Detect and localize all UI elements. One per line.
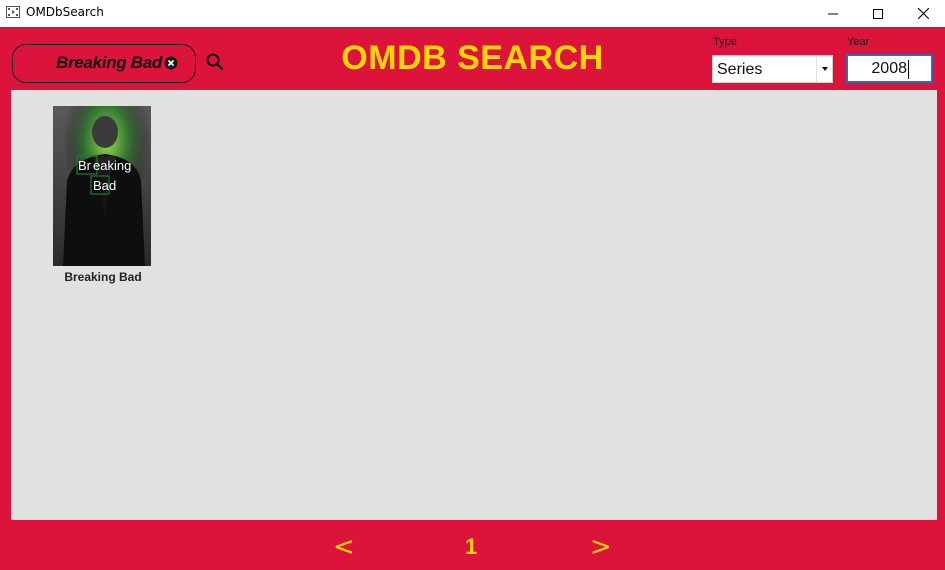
poster-text: Ba: [93, 178, 110, 193]
poster-image[interactable]: Br eaking Ba d: [53, 106, 151, 266]
poster-text: d: [109, 178, 116, 193]
film-icon: [6, 6, 20, 18]
year-label: Year: [847, 36, 870, 48]
minimize-button[interactable]: [810, 0, 856, 27]
year-input-value: 2008: [871, 60, 907, 77]
close-icon: [917, 8, 929, 19]
minimize-icon: [828, 13, 838, 14]
prev-page-button[interactable]: <: [333, 532, 355, 562]
type-select[interactable]: Series: [712, 55, 833, 83]
window-titlebar: OMDbSearch: [0, 0, 945, 27]
type-label: Type: [713, 36, 737, 48]
year-input[interactable]: 2008: [846, 54, 933, 83]
type-select-value: Series: [717, 61, 763, 78]
next-page-button[interactable]: >: [590, 532, 612, 562]
maximize-button[interactable]: [855, 0, 901, 27]
results-panel: Br eaking Ba d Breaking Bad: [11, 90, 937, 520]
current-page: 1: [465, 534, 478, 559]
app-frame: Breaking Bad OMDB SEARCH Type Series Yea…: [0, 27, 945, 570]
result-title[interactable]: Breaking Bad: [43, 270, 163, 284]
text-caret: [908, 60, 909, 79]
maximize-icon: [873, 8, 883, 19]
window-title: OMDbSearch: [26, 5, 104, 19]
chevron-down-icon[interactable]: [816, 56, 832, 82]
close-button[interactable]: [900, 0, 945, 27]
poster-text: eaking: [93, 158, 131, 173]
poster-text: Br: [78, 158, 92, 173]
